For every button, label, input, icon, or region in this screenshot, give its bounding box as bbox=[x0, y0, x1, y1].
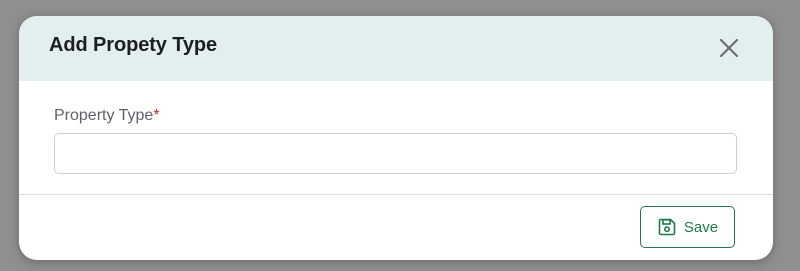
floppy-disk-icon bbox=[657, 217, 677, 237]
dialog-title: Add Propety Type bbox=[49, 34, 218, 56]
add-property-type-dialog: Add Propety Type Property Type* Save bbox=[19, 16, 773, 260]
dialog-footer: Save bbox=[19, 195, 773, 260]
dialog-body: Property Type* bbox=[19, 81, 773, 195]
close-icon bbox=[717, 38, 741, 63]
property-type-input[interactable] bbox=[54, 133, 737, 174]
dialog-header: Add Propety Type bbox=[19, 16, 773, 81]
close-button[interactable] bbox=[717, 36, 741, 60]
save-button-label: Save bbox=[683, 218, 719, 236]
save-button[interactable]: Save bbox=[640, 206, 735, 248]
property-type-label: Property Type* bbox=[54, 107, 160, 125]
property-type-label-text: Property Type bbox=[54, 107, 154, 124]
required-marker: * bbox=[153, 107, 160, 124]
